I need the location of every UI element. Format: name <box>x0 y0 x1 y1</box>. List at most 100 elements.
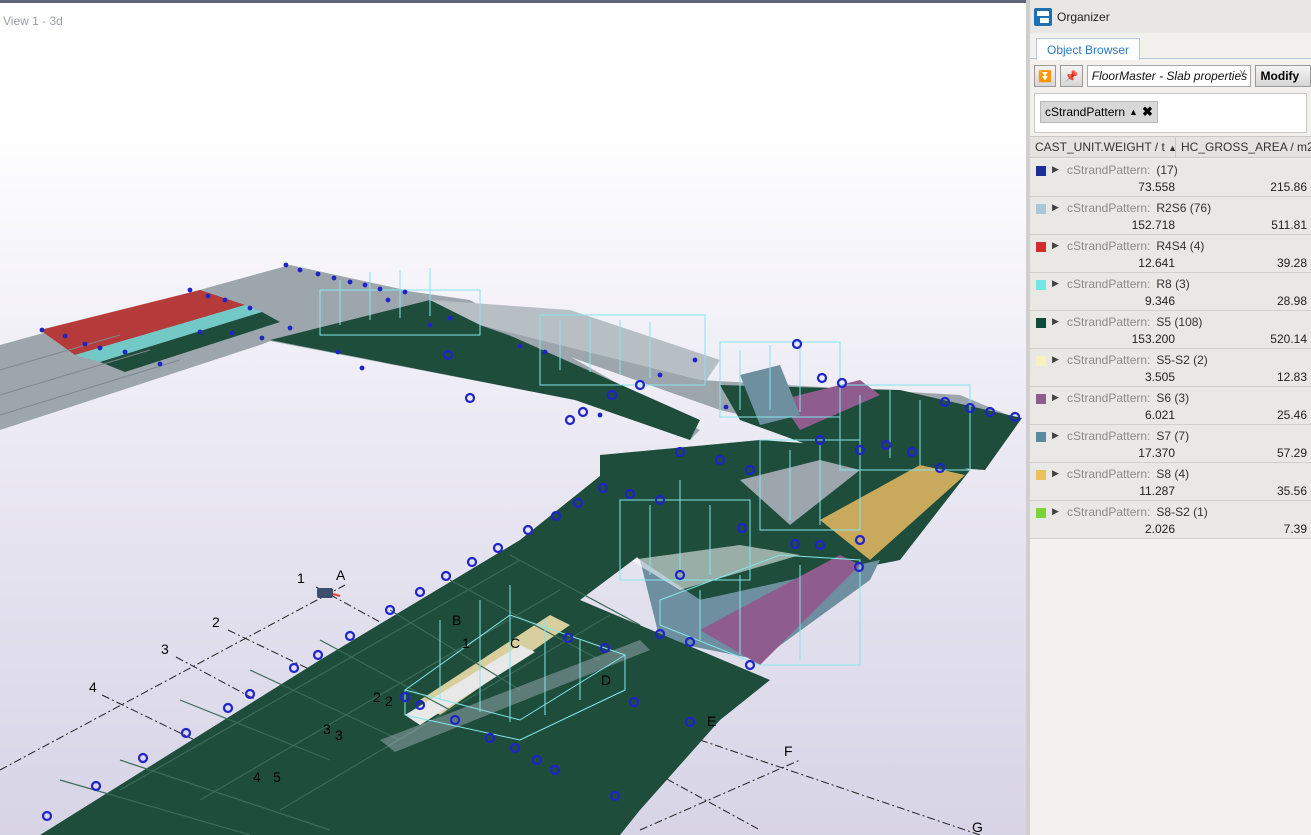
grid-label-4: 4 <box>89 679 97 695</box>
plan-label-5: 5 <box>273 769 281 785</box>
color-swatch <box>1036 432 1046 442</box>
column-header-weight-label: CAST_UNIT.WEIGHT / t <box>1035 140 1165 154</box>
group-row[interactable]: ▶ cStrandPattern: S5 (108) 153.200 520.14 <box>1030 311 1311 349</box>
expand-arrow-icon[interactable]: ▶ <box>1052 354 1059 365</box>
expand-arrow-icon[interactable]: ▶ <box>1052 468 1059 479</box>
modify-button[interactable]: Modify <box>1254 65 1311 87</box>
plan-label-4: 4 <box>253 769 261 785</box>
expand-arrow-icon[interactable]: ▶ <box>1052 278 1059 289</box>
sort-ascending-icon: ▲ <box>1168 143 1175 153</box>
expand-arrow-icon[interactable]: ▶ <box>1052 202 1059 213</box>
model-scene[interactable]: 1 A 2 3 4 B C D E F G 1 2 2 3 3 4 5 <box>0 0 1026 835</box>
organizer-header: Organizer <box>1030 0 1311 33</box>
organizer-panel: Organizer Object Browser ⏬ 📌 FloorMaster… <box>1026 0 1311 835</box>
group-row[interactable]: ▶ cStrandPattern: S8 (4) 11.287 35.56 <box>1030 463 1311 501</box>
group-value: (17) <box>1156 163 1178 177</box>
group-list: ▶ cStrandPattern: (17) 73.558 215.86 ▶ cStrand… <box>1030 159 1311 539</box>
camera-object[interactable] <box>317 588 341 598</box>
property-set-dropdown[interactable]: FloorMaster - Slab properties ˅ <box>1086 65 1251 87</box>
group-label: cStrandPattern: <box>1067 391 1151 405</box>
group-value: R8 (3) <box>1156 277 1190 291</box>
group-label: cStrandPattern: <box>1067 353 1151 367</box>
group-chip-cstrandpattern[interactable]: cStrandPattern ▲ ✖ <box>1040 101 1158 123</box>
group-name: cStrandPattern: S5-S2 (2) <box>1067 353 1208 367</box>
expand-arrow-icon[interactable]: ▶ <box>1052 316 1059 327</box>
grid-label-c: C <box>510 635 520 651</box>
group-weight: 6.021 <box>1144 408 1175 422</box>
expand-arrow-icon[interactable]: ▶ <box>1052 506 1059 517</box>
group-row[interactable]: ▶ cStrandPattern: S7 (7) 17.370 57.29 <box>1030 425 1311 463</box>
grid-label-a: A <box>336 567 346 583</box>
collapse-icon[interactable]: ⏬ <box>1034 65 1057 87</box>
column-header-area[interactable]: HC_GROSS_AREA / m2 <box>1176 137 1311 157</box>
color-swatch <box>1036 394 1046 404</box>
grid-label-1: 1 <box>297 570 305 586</box>
group-area: 57.29 <box>1276 446 1307 460</box>
group-weight: 2.026 <box>1144 522 1175 536</box>
organizer-logo-icon <box>1034 7 1052 26</box>
expand-arrow-icon[interactable]: ▶ <box>1052 392 1059 403</box>
pin-icon[interactable]: 📌 <box>1060 65 1083 87</box>
expand-arrow-icon[interactable]: ▶ <box>1052 240 1059 251</box>
group-row[interactable]: ▶ cStrandPattern: S8-S2 (1) 2.026 7.39 <box>1030 501 1311 539</box>
group-label: cStrandPattern: <box>1067 429 1151 443</box>
grid-label-f: F <box>784 743 793 759</box>
group-label: cStrandPattern: <box>1067 315 1151 329</box>
group-row[interactable]: ▶ cStrandPattern: S6 (3) 6.021 25.46 <box>1030 387 1311 425</box>
column-headers: CAST_UNIT.WEIGHT / t ▲ HC_GROSS_AREA / m… <box>1030 136 1311 158</box>
color-swatch <box>1036 242 1046 252</box>
group-area: 39.28 <box>1276 256 1307 270</box>
grid-label-b: B <box>452 612 461 628</box>
group-name: cStrandPattern: S8-S2 (1) <box>1067 505 1208 519</box>
expand-arrow-icon[interactable]: ▶ <box>1052 430 1059 441</box>
group-by-area[interactable]: cStrandPattern ▲ ✖ <box>1034 93 1307 133</box>
group-label: cStrandPattern: <box>1067 239 1151 253</box>
group-row[interactable]: ▶ cStrandPattern: (17) 73.558 215.86 <box>1030 159 1311 197</box>
group-name: cStrandPattern: S6 (3) <box>1067 391 1189 405</box>
group-label: cStrandPattern: <box>1067 163 1151 177</box>
group-row[interactable]: ▶ cStrandPattern: R8 (3) 9.346 28.98 <box>1030 273 1311 311</box>
group-row[interactable]: ▶ cStrandPattern: R2S6 (76) 152.718 511.81 <box>1030 197 1311 235</box>
close-icon[interactable]: ✖ <box>1142 104 1153 120</box>
group-area: 511.81 <box>1271 218 1307 232</box>
color-swatch <box>1036 470 1046 480</box>
grid-label-2: 2 <box>212 614 220 630</box>
group-weight: 73.558 <box>1138 180 1175 194</box>
expand-arrow-icon[interactable]: ▶ <box>1052 164 1059 175</box>
group-value: S5-S2 (2) <box>1156 353 1208 367</box>
group-area: 25.46 <box>1276 408 1307 422</box>
color-swatch <box>1036 204 1046 214</box>
group-area: 12.83 <box>1276 370 1307 384</box>
property-set-value: FloorMaster - Slab properties <box>1091 69 1248 83</box>
group-weight: 152.718 <box>1131 218 1175 232</box>
color-swatch <box>1036 318 1046 328</box>
group-value: S7 (7) <box>1156 429 1190 443</box>
group-weight: 11.287 <box>1139 484 1175 498</box>
grid-label-3: 3 <box>161 641 169 657</box>
grid-label-g: G <box>972 819 983 835</box>
column-header-weight[interactable]: CAST_UNIT.WEIGHT / t ▲ <box>1030 137 1176 157</box>
grid-label-e: E <box>707 713 716 729</box>
organizer-toolbar: ⏬ 📌 FloorMaster - Slab properties ˅ Modi… <box>1030 59 1311 93</box>
organizer-title: Organizer <box>1057 9 1110 24</box>
3d-viewport[interactable]: View 1 - 3d 1 A 2 3 4 B C D E F G 1 2 2 … <box>0 0 1026 835</box>
group-row[interactable]: ▶ cStrandPattern: R4S4 (4) 12.641 39.28 <box>1030 235 1311 273</box>
group-label: cStrandPattern: <box>1067 505 1151 519</box>
group-label: cStrandPattern: <box>1067 277 1151 291</box>
group-value: R2S6 (76) <box>1156 201 1212 215</box>
group-label: cStrandPattern: <box>1067 467 1151 481</box>
group-area: 28.98 <box>1276 294 1307 308</box>
tab-object-browser[interactable]: Object Browser <box>1036 38 1141 60</box>
group-value: S6 (3) <box>1156 391 1190 405</box>
lower-slab-region <box>40 460 770 835</box>
sort-ascending-icon[interactable]: ▲ <box>1129 107 1138 117</box>
group-value: R4S4 (4) <box>1156 239 1205 253</box>
group-weight: 153.200 <box>1131 332 1175 346</box>
group-row[interactable]: ▶ cStrandPattern: S5-S2 (2) 3.505 12.83 <box>1030 349 1311 387</box>
group-name: cStrandPattern: R2S6 (76) <box>1067 201 1211 215</box>
group-name: cStrandPattern: R8 (3) <box>1067 277 1190 291</box>
group-area: 35.56 <box>1276 484 1307 498</box>
plan-label-3b: 3 <box>335 727 343 743</box>
group-area: 7.39 <box>1283 522 1307 536</box>
plan-label-2a: 2 <box>373 689 381 705</box>
